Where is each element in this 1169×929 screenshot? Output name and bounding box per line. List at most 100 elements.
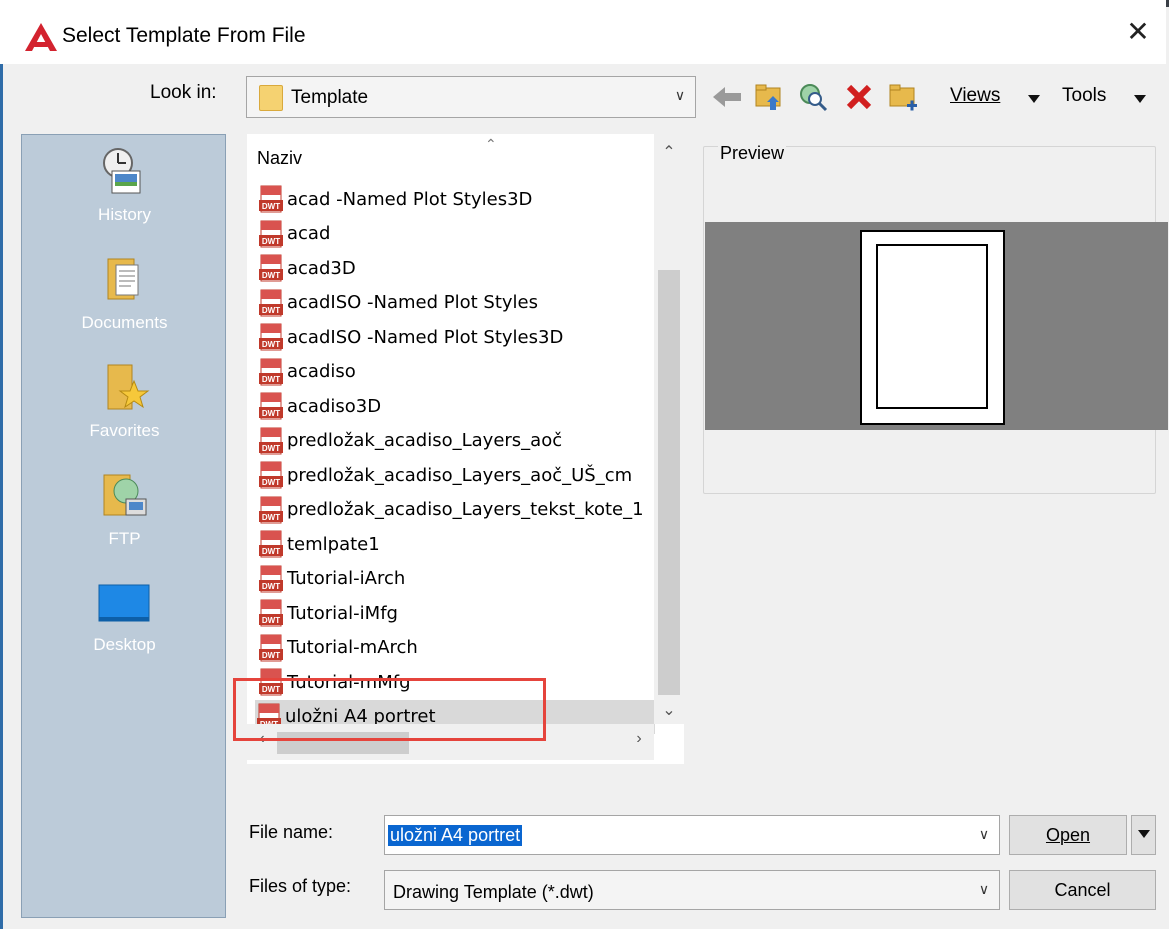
dwt-file-icon: DWT — [259, 323, 283, 351]
file-list-item[interactable]: DWT acadiso3D — [257, 389, 655, 423]
caret-down-icon — [1138, 830, 1150, 838]
file-name: temlpate1 — [287, 533, 380, 555]
file-list-item[interactable]: DWT predložak_acadiso_Layers_aoč_UŠ_cm — [257, 458, 655, 492]
search-web-button[interactable] — [794, 78, 832, 116]
dwt-icon-label: DWT — [262, 237, 280, 246]
places-bar: History Documents Favorites FTP Desktop — [21, 134, 226, 918]
place-label: Favorites — [89, 421, 160, 440]
dwt-file-icon: DWT — [259, 634, 283, 661]
file-name-label: File name: — [249, 822, 334, 842]
tools-dropdown-icon[interactable] — [1134, 95, 1146, 103]
place-history[interactable]: History — [22, 145, 227, 245]
chevron-down-icon[interactable]: ∨ — [671, 85, 689, 105]
dwt-file-icon: DWT — [259, 185, 283, 213]
dwt-icon-label: DWT — [262, 306, 280, 315]
vertical-scrollbar[interactable]: ⌃ ⌄ — [654, 134, 684, 724]
place-documents[interactable]: Documents — [22, 253, 227, 353]
title-bar: Select Template From File ✕ — [0, 0, 1166, 64]
open-label: Open — [1045, 825, 1091, 845]
file-list-item[interactable]: DWT acadiso — [257, 355, 655, 389]
file-name: Tutorial-mArch — [287, 637, 418, 658]
sort-caret-icon: ⌃ — [485, 136, 497, 152]
look-in-combo[interactable]: Template ∨ — [246, 76, 696, 118]
place-label: Desktop — [93, 635, 156, 654]
file-list-item[interactable]: DWT acad3D — [257, 251, 655, 285]
file-list-item[interactable]: DWT Tutorial-iMfg — [257, 596, 655, 630]
dwt-icon-label: DWT — [262, 651, 280, 660]
vertical-scroll-thumb[interactable] — [658, 270, 680, 695]
file-list-item[interactable]: DWT Tutorial-mArch — [257, 631, 655, 665]
open-button[interactable]: Open — [1009, 815, 1127, 855]
documents-icon — [107, 258, 139, 300]
file-name: acad — [287, 223, 331, 244]
views-menu[interactable]: Views — [950, 85, 1000, 107]
dwt-icon-label: DWT — [262, 513, 280, 522]
desktop-icon — [98, 584, 150, 622]
files-of-type-select[interactable]: Drawing Template (*.dwt) ∨ — [384, 870, 1000, 910]
file-list-item[interactable]: DWT acad -Named Plot Styles3D — [257, 182, 655, 216]
look-in-value: Template — [291, 87, 369, 108]
dwt-file-icon: DWT — [259, 427, 283, 454]
delete-button[interactable] — [840, 78, 878, 116]
place-desktop[interactable]: Desktop — [22, 575, 227, 675]
dwt-icon-label: DWT — [262, 375, 280, 384]
back-icon — [713, 87, 741, 107]
file-list-item[interactable]: DWT acadISO -Named Plot Styles3D — [257, 320, 655, 354]
dwt-file-icon: DWT — [259, 496, 283, 523]
file-name: predložak_acadiso_Layers_aoč_UŠ_cm — [287, 464, 633, 486]
scroll-down-icon[interactable]: ⌄ — [654, 700, 684, 720]
dwt-file-icon: DWT — [259, 461, 283, 489]
chevron-down-icon[interactable]: ∨ — [975, 879, 993, 899]
views-dropdown-icon[interactable] — [1028, 95, 1040, 103]
file-name: predložak_acadiso_Layers_tekst_kote_1 — [287, 499, 644, 520]
dwt-icon-label: DWT — [262, 444, 280, 453]
file-name: acadiso — [287, 361, 356, 382]
dwt-icon-label: DWT — [262, 340, 280, 349]
up-folder-icon — [755, 84, 781, 110]
autocad-logo-icon — [25, 23, 57, 51]
up-folder-button[interactable] — [750, 78, 788, 116]
file-list[interactable]: ⌃ Naziv DWT acad -Named Plot Styles3D DWT a… — [247, 134, 684, 764]
file-list-item[interactable]: DWT Tutorial-iArch — [257, 562, 655, 596]
open-dropdown-button[interactable] — [1131, 815, 1156, 855]
tools-menu[interactable]: Tools — [1062, 85, 1106, 107]
close-button[interactable]: ✕ — [1110, 10, 1166, 54]
files-of-type-label: Files of type: — [249, 876, 352, 896]
place-favorites[interactable]: Favorites — [22, 361, 227, 461]
dwt-icon-label: DWT — [262, 582, 280, 591]
file-name: Tutorial-iArch — [287, 568, 406, 589]
file-name: predložak_acadiso_Layers_aoč — [287, 430, 563, 451]
file-list-item[interactable]: DWT acadISO -Named Plot Styles — [257, 286, 655, 320]
dwt-file-icon: DWT — [259, 392, 283, 420]
ftp-icon — [103, 474, 147, 516]
dwt-icon-label: DWT — [262, 616, 280, 625]
dialog-title: Select Template From File — [62, 24, 306, 47]
dwt-file-icon: DWT — [259, 358, 283, 385]
new-folder-icon — [889, 84, 917, 111]
file-name-input[interactable]: uložni A4 portret ∨ — [384, 815, 1000, 855]
file-list-item[interactable]: DWT predložak_acadiso_Layers_aoč — [257, 424, 655, 458]
file-name: acad -Named Plot Styles3D — [287, 188, 533, 210]
column-header-name[interactable]: Naziv — [257, 148, 302, 169]
dwt-icon-label: DWT — [262, 409, 280, 418]
place-ftp[interactable]: FTP — [22, 469, 227, 569]
file-list-item[interactable]: DWT temlpate1 — [257, 527, 655, 561]
new-folder-button[interactable] — [884, 78, 922, 116]
preview-sheet-frame — [876, 244, 988, 409]
file-list-item[interactable]: DWT acad — [257, 217, 655, 251]
dwt-file-icon: DWT — [259, 599, 283, 627]
scroll-up-icon[interactable]: ⌃ — [654, 142, 684, 162]
delete-icon — [846, 84, 872, 110]
file-name: acadISO -Named Plot Styles — [287, 292, 538, 313]
folder-icon — [259, 85, 283, 111]
file-list-item[interactable]: DWT predložak_acadiso_Layers_tekst_kote_1 — [257, 493, 655, 527]
scroll-right-icon[interactable]: › — [624, 730, 654, 748]
tools-label: Tools — [1062, 85, 1107, 106]
back-button[interactable] — [708, 78, 746, 116]
cancel-button[interactable]: Cancel — [1009, 870, 1156, 910]
files-of-type-value: Drawing Template (*.dwt) — [393, 882, 594, 902]
look-in-label: Look in: — [150, 82, 217, 103]
chevron-down-icon[interactable]: ∨ — [975, 824, 993, 844]
dwt-icon-label: DWT — [262, 271, 280, 280]
dwt-icon-label: DWT — [262, 478, 280, 487]
